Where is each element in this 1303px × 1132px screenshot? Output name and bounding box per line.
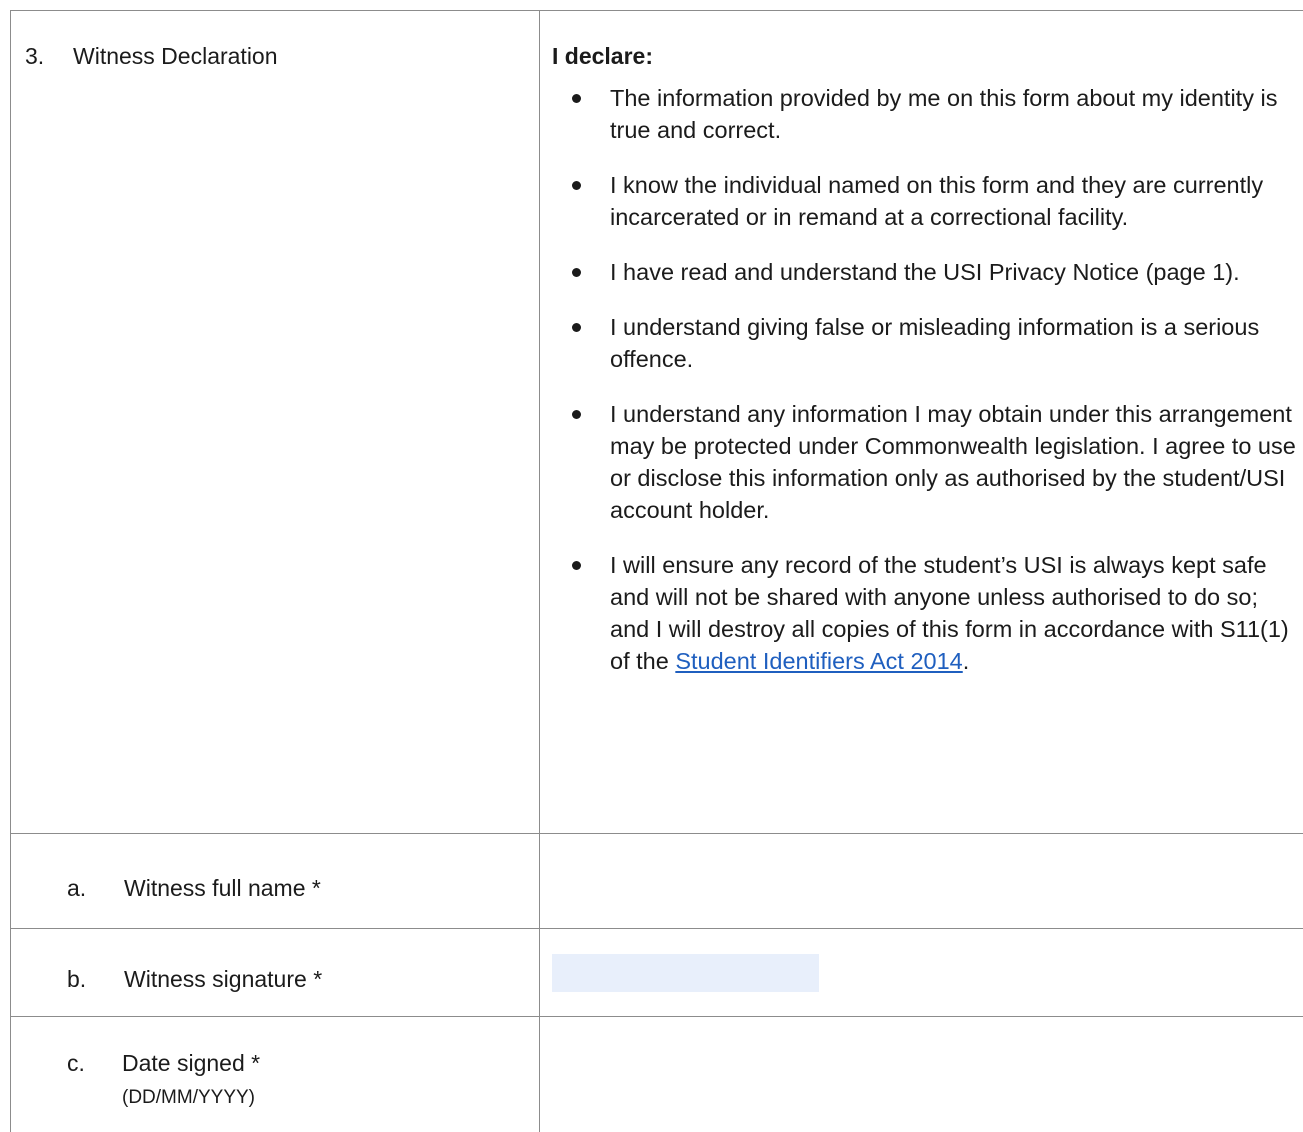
row-divider-full-name bbox=[10, 928, 1303, 929]
table-top-border bbox=[10, 10, 1303, 11]
bullet-icon bbox=[572, 410, 581, 419]
row-divider-signature bbox=[10, 1016, 1303, 1017]
date-signed-input[interactable] bbox=[545, 1025, 1295, 1125]
field-letter: b. bbox=[67, 966, 87, 992]
witness-declaration-form: 3. Witness Declaration I declare: The in… bbox=[10, 10, 1303, 1132]
declaration-item: I understand giving false or misleading … bbox=[572, 311, 1302, 375]
table-left-border bbox=[10, 10, 11, 1132]
witness-signature-field[interactable] bbox=[552, 954, 819, 992]
declaration-heading: I declare: bbox=[552, 43, 653, 69]
field-label: Date signed * bbox=[122, 1050, 261, 1076]
column-divider bbox=[539, 10, 540, 1132]
witness-full-name-input[interactable] bbox=[545, 842, 1295, 922]
section-number: 3. bbox=[25, 43, 45, 69]
declaration-item-text: The information provided by me on this f… bbox=[610, 85, 1278, 143]
bullet-icon bbox=[572, 561, 581, 570]
declaration-item-text: I know the individual named on this form… bbox=[610, 172, 1264, 230]
declaration-item-text: I understand any information I may obtai… bbox=[610, 401, 1296, 523]
field-label: Witness signature * bbox=[124, 966, 323, 992]
section-title: 3. Witness Declaration bbox=[25, 40, 278, 72]
bullet-icon bbox=[572, 323, 581, 332]
row-divider-declaration bbox=[10, 833, 1303, 834]
declaration-item: I know the individual named on this form… bbox=[572, 169, 1302, 233]
bullet-icon bbox=[572, 94, 581, 103]
date-format-hint: (DD/MM/YYYY) bbox=[122, 1087, 255, 1108]
field-label: Witness full name * bbox=[124, 875, 321, 901]
bullet-icon bbox=[572, 181, 581, 190]
field-letter: a. bbox=[67, 875, 87, 901]
declaration-item: I understand any information I may obtai… bbox=[572, 398, 1302, 526]
declaration-item-end: . bbox=[962, 648, 970, 674]
declaration-item: I will ensure any record of the student’… bbox=[572, 549, 1302, 677]
field-letter: c. bbox=[67, 1050, 85, 1076]
declaration-list: The information provided by me on this f… bbox=[572, 82, 1302, 700]
declaration-item-text: I have read and understand the USI Priva… bbox=[610, 259, 1240, 285]
bullet-icon bbox=[572, 268, 581, 277]
student-identifiers-act-link[interactable]: Student Identifiers Act 2014 bbox=[675, 648, 962, 674]
section-title-text: Witness Declaration bbox=[73, 43, 278, 69]
declaration-item: I have read and understand the USI Priva… bbox=[572, 256, 1302, 288]
declaration-item: The information provided by me on this f… bbox=[572, 82, 1302, 146]
declaration-item-text: I understand giving false or misleading … bbox=[610, 314, 1260, 372]
